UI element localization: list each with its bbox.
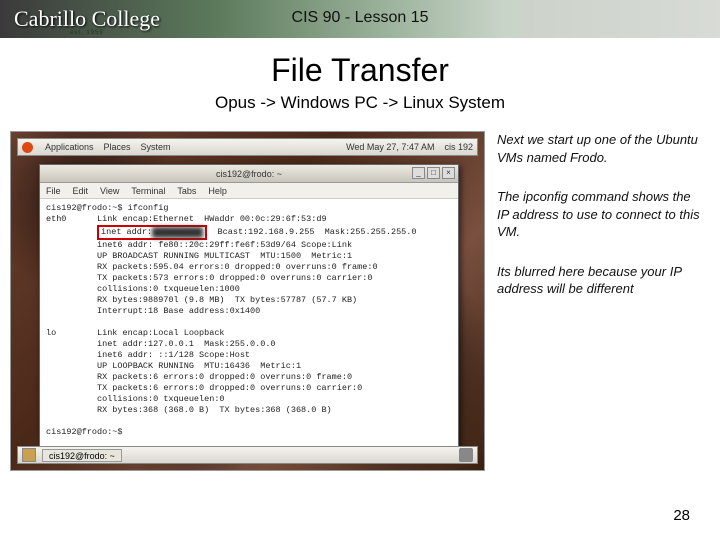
note-1: Next we start up one of the Ubuntu VMs n… xyxy=(497,131,702,166)
term-menu-view[interactable]: View xyxy=(100,186,119,196)
menu-applications[interactable]: Applications xyxy=(45,142,94,152)
panel-clock: Wed May 27, 7:47 AM xyxy=(346,142,434,152)
term-menu-terminal[interactable]: Terminal xyxy=(131,186,165,196)
screenshot-panel: Applications Places System Wed May 27, 7… xyxy=(10,131,485,471)
note-2: The ipconfig command shows the IP addres… xyxy=(497,188,702,241)
menu-system[interactable]: System xyxy=(141,142,171,152)
course-title: CIS 90 - Lesson 15 xyxy=(0,9,720,27)
established-text: est. 1959 xyxy=(70,30,104,36)
page-title: File Transfer xyxy=(0,52,720,89)
trash-icon[interactable] xyxy=(459,448,473,462)
maximize-button[interactable]: □ xyxy=(427,167,440,179)
terminal-window: cis192@frodo: ~ _ □ × File Edit View Ter… xyxy=(39,164,459,447)
term-menu-edit[interactable]: Edit xyxy=(73,186,89,196)
ubuntu-logo-icon xyxy=(22,142,33,153)
terminal-menubar: File Edit View Terminal Tabs Help xyxy=(40,183,458,199)
annotation-column: Next we start up one of the Ubuntu VMs n… xyxy=(497,131,702,471)
gnome-bottom-panel: cis192@frodo: ~ xyxy=(17,446,478,464)
page-subtitle: Opus -> Windows PC -> Linux System xyxy=(0,93,720,113)
term-menu-file[interactable]: File xyxy=(46,186,61,196)
note-3: Its blurred here because your IP address… xyxy=(497,263,702,298)
term-menu-tabs[interactable]: Tabs xyxy=(177,186,196,196)
close-button[interactable]: × xyxy=(442,167,455,179)
terminal-title-text: cis192@frodo: ~ xyxy=(216,169,282,179)
term-menu-help[interactable]: Help xyxy=(208,186,227,196)
taskbar-terminal-button[interactable]: cis192@frodo: ~ xyxy=(42,449,122,462)
menu-places[interactable]: Places xyxy=(104,142,131,152)
inet-addr-highlight: inet addr:xxx xyxy=(97,225,207,240)
page-number: 28 xyxy=(673,507,690,524)
gnome-top-panel: Applications Places System Wed May 27, 7… xyxy=(17,138,478,156)
terminal-titlebar: cis192@frodo: ~ _ □ × xyxy=(40,165,458,183)
minimize-button[interactable]: _ xyxy=(412,167,425,179)
blurred-ip: xxx xyxy=(152,227,203,238)
show-desktop-icon[interactable] xyxy=(22,448,36,462)
panel-user[interactable]: cis 192 xyxy=(444,142,473,152)
terminal-body[interactable]: cis192@frodo:~$ ifconfig eth0 Link encap… xyxy=(40,199,458,446)
content-row: Applications Places System Wed May 27, 7… xyxy=(0,131,720,471)
header-banner: Cabrillo College est. 1959 CIS 90 - Less… xyxy=(0,0,720,38)
